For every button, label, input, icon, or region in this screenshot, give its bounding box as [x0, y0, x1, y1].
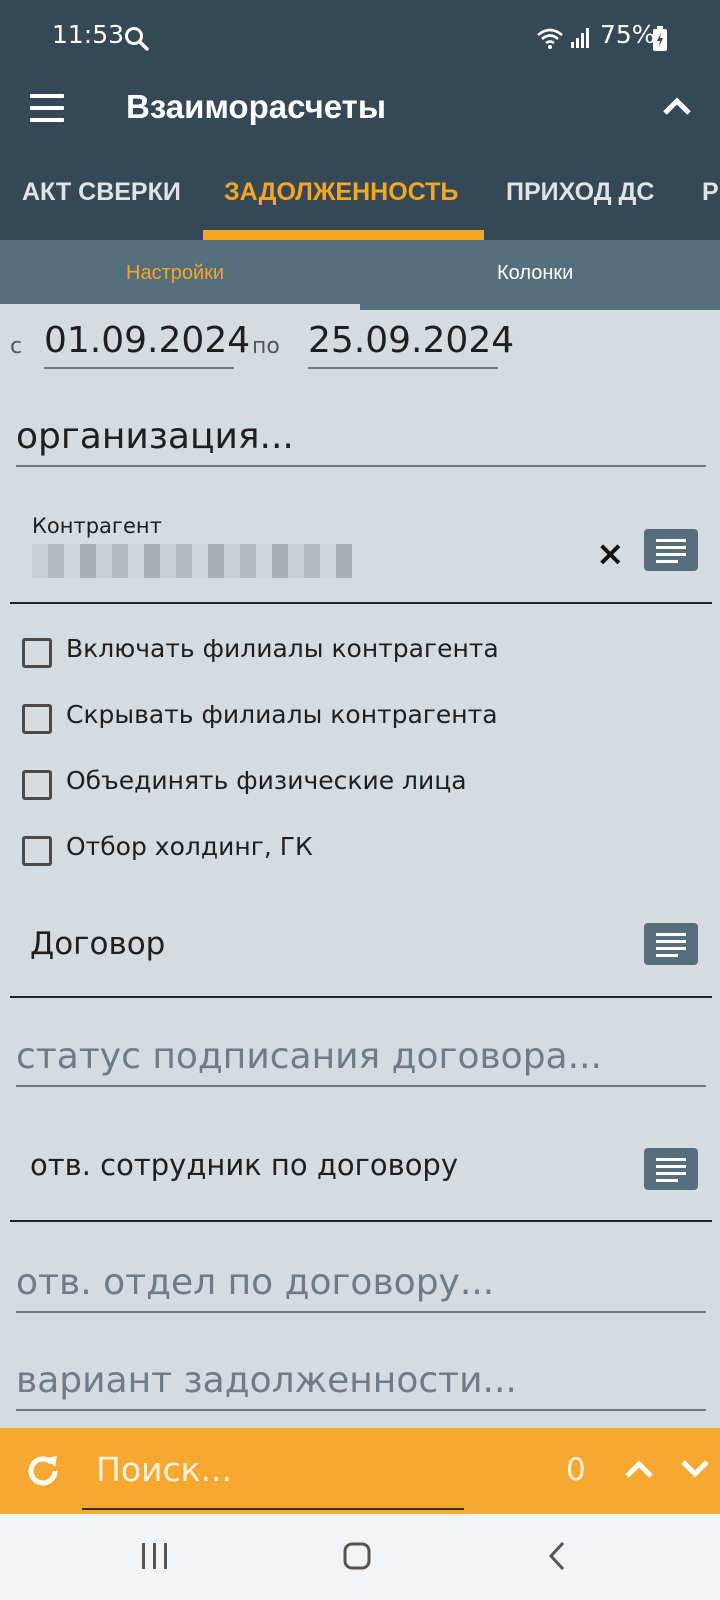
battery-percent: 75% — [600, 20, 656, 49]
contract-status-field[interactable]: статус подписания договора... — [16, 1036, 706, 1087]
clear-counterparty-icon[interactable]: × — [596, 534, 625, 574]
subtab-columns[interactable]: Колонки — [497, 262, 573, 285]
responsible-employee-label[interactable]: отв. сотрудник по договору — [30, 1148, 458, 1182]
counterparty-label: Контрагент — [32, 514, 162, 538]
contract-list-button[interactable] — [644, 923, 698, 965]
tab-zadolzhennost[interactable]: ЗАДОЛЖЕННОСТЬ — [224, 178, 458, 207]
checkbox-label: Скрывать филиалы контрагента — [66, 700, 498, 729]
counterparty-value-blurred[interactable] — [32, 544, 352, 578]
app-bar: Взаиморасчеты — [0, 58, 720, 158]
status-time: 11:53 — [52, 20, 125, 49]
main-tabs: АКТ СВЕРКИ ЗАДОЛЖЕННОСТЬ ПРИХОД ДС Р — [0, 158, 720, 240]
checkbox-label: Включать филиалы контрагента — [66, 634, 499, 663]
status-bar: 11:53 75% — [0, 0, 720, 58]
date-from-prefix: с — [10, 334, 23, 359]
signal-icon — [570, 28, 592, 52]
checkbox-box[interactable] — [22, 638, 52, 668]
system-nav-bar — [0, 1514, 720, 1600]
contract-underline — [10, 996, 712, 998]
collapse-up-icon[interactable] — [662, 96, 692, 120]
refresh-icon[interactable] — [24, 1452, 62, 1494]
checkbox-box[interactable] — [22, 704, 52, 734]
date-to-field[interactable]: 25.09.2024 — [308, 320, 514, 369]
checkbox-box[interactable] — [22, 836, 52, 866]
counterparty-underline — [10, 602, 712, 604]
checkbox-label: Отбор холдинг, ГК — [66, 832, 313, 861]
search-result-count: 0 — [566, 1452, 586, 1488]
sub-tabs: Настройки Колонки — [0, 240, 720, 310]
checkbox-box[interactable] — [22, 770, 52, 800]
wifi-icon — [536, 26, 564, 54]
tab-prihod-ds[interactable]: ПРИХОД ДС — [506, 178, 654, 207]
checkbox-merge-individuals[interactable]: Объединять физические лица — [22, 766, 542, 806]
checkbox-label: Объединять физические лица — [66, 766, 467, 795]
subtab-settings[interactable]: Настройки — [126, 262, 224, 285]
responsible-employee-underline — [10, 1220, 712, 1222]
checkbox-include-branches[interactable]: Включать филиалы контрагента — [22, 634, 542, 674]
menu-icon[interactable] — [30, 94, 68, 122]
date-from-field[interactable]: 01.09.2024 — [44, 320, 250, 369]
search-status-icon — [124, 26, 150, 56]
active-tab-indicator — [203, 230, 484, 240]
checkbox-hide-branches[interactable]: Скрывать филиалы контрагента — [22, 700, 542, 740]
counterparty-list-button[interactable] — [644, 529, 698, 571]
recent-apps-icon[interactable] — [140, 1540, 170, 1576]
next-result-icon[interactable] — [680, 1458, 710, 1484]
back-icon[interactable] — [546, 1540, 570, 1576]
battery-icon — [652, 26, 668, 56]
search-input[interactable]: Поиск... — [96, 1450, 232, 1489]
tab-overflow[interactable]: Р — [702, 178, 719, 207]
search-bar: Поиск... 0 — [0, 1428, 720, 1514]
search-input-underline — [82, 1508, 464, 1510]
home-icon[interactable] — [342, 1540, 372, 1576]
date-to-prefix: по — [252, 334, 280, 359]
responsible-employee-list-button[interactable] — [644, 1148, 698, 1190]
responsible-department-field[interactable]: отв. отдел по договору... — [16, 1262, 706, 1313]
previous-result-icon[interactable] — [624, 1458, 654, 1484]
checkbox-holding-filter[interactable]: Отбор холдинг, ГК — [22, 832, 542, 872]
settings-form: с 01.09.2024 по 25.09.2024 организация..… — [0, 310, 720, 1428]
page-title: Взаиморасчеты — [126, 88, 387, 125]
contract-label[interactable]: Договор — [30, 926, 165, 962]
organization-field[interactable]: организация... — [16, 416, 706, 467]
debt-variant-field[interactable]: вариант задолженности... — [16, 1360, 706, 1411]
tab-act-sverki[interactable]: АКТ СВЕРКИ — [22, 178, 181, 207]
